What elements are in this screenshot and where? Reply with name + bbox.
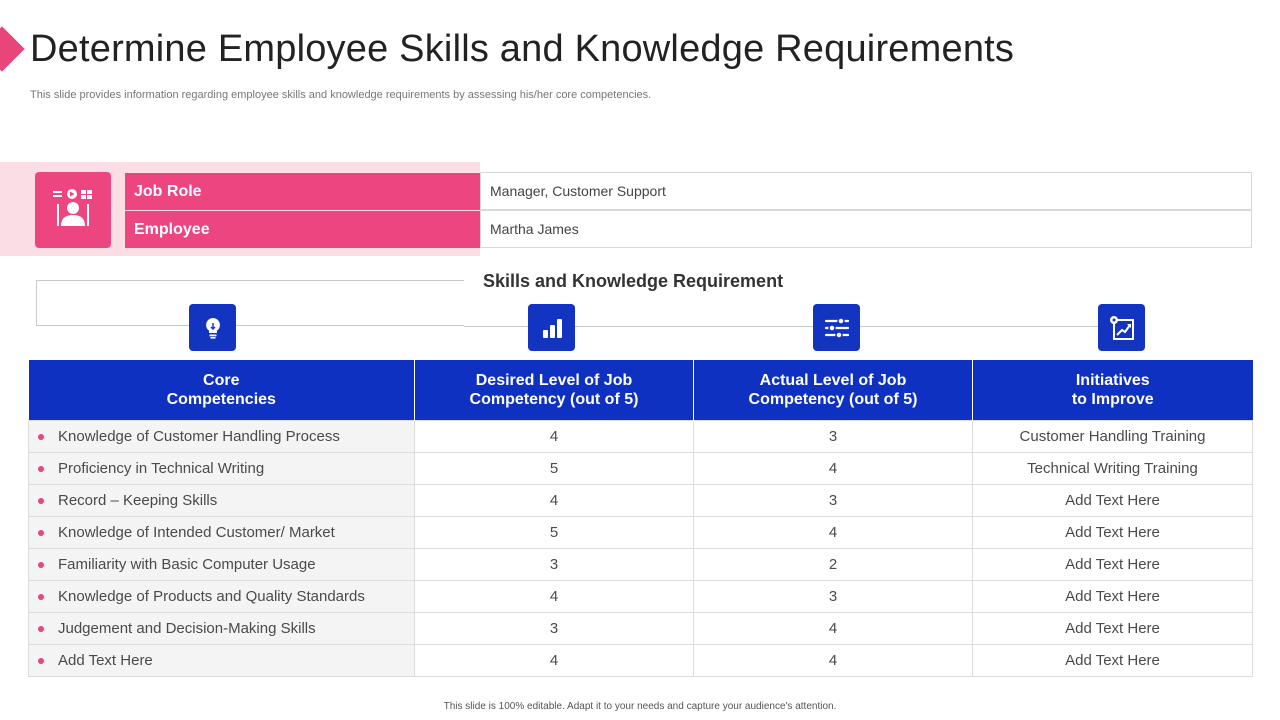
table-row: Knowledge of Products and Quality Standa… (28, 580, 1253, 613)
initiative-cell: Add Text Here (972, 516, 1253, 549)
actual-cell: 4 (693, 516, 973, 549)
actual-cell: 4 (693, 452, 973, 485)
title-accent-arrow (0, 26, 25, 72)
header-initiatives: Initiatives to Improve (972, 360, 1253, 421)
skills-table: Core Competencies Desired Level of Job C… (28, 360, 1253, 677)
employee-presentation-icon (35, 172, 111, 248)
desired-cell: 4 (414, 420, 694, 453)
lightbulb-icon (189, 304, 236, 351)
desired-cell: 5 (414, 452, 694, 485)
initiative-cell: Add Text Here (972, 548, 1253, 581)
actual-cell: 3 (693, 580, 973, 613)
table-row: Proficiency in Technical Writing 5 4 Tec… (28, 452, 1253, 485)
slide-subtitle: This slide provides information regardin… (30, 89, 652, 101)
table-row: Add Text Here 4 4 Add Text Here (28, 644, 1253, 677)
employee-label: Employee (125, 211, 480, 248)
initiative-cell: Add Text Here (972, 580, 1253, 613)
table-header-row: Core Competencies Desired Level of Job C… (28, 360, 1253, 421)
desired-cell: 4 (414, 484, 694, 517)
table-row: Knowledge of Customer Handling Process 4… (28, 420, 1253, 453)
competency-cell: Record – Keeping Skills (28, 484, 415, 517)
desired-cell: 4 (414, 580, 694, 613)
footer-note: This slide is 100% editable. Adapt it to… (443, 701, 837, 712)
table-row: Judgement and Decision-Making Skills 3 4… (28, 612, 1253, 645)
job-role-label: Job Role (125, 173, 480, 210)
slide-title: Determine Employee Skills and Knowledge … (30, 28, 1015, 70)
competency-cell: Knowledge of Products and Quality Standa… (28, 580, 415, 613)
section-frame (36, 280, 464, 326)
bar-chart-icon (528, 304, 575, 351)
desired-cell: 3 (414, 612, 694, 645)
competency-cell: Familiarity with Basic Computer Usage (28, 548, 415, 581)
initiative-cell: Add Text Here (972, 612, 1253, 645)
header-desired-level: Desired Level of Job Competency (out of … (414, 360, 694, 421)
competency-cell: Judgement and Decision-Making Skills (28, 612, 415, 645)
growth-chart-icon (1098, 304, 1145, 351)
table-row: Record – Keeping Skills 4 3 Add Text Her… (28, 484, 1253, 517)
header-core-competencies: Core Competencies (28, 360, 415, 421)
desired-cell: 5 (414, 516, 694, 549)
competency-cell: Knowledge of Intended Customer/ Market (28, 516, 415, 549)
initiative-cell: Customer Handling Training (972, 420, 1253, 453)
employee-value: Martha James (480, 210, 1252, 248)
job-role-value: Manager, Customer Support (480, 172, 1252, 210)
actual-cell: 4 (693, 612, 973, 645)
initiative-cell: Add Text Here (972, 484, 1253, 517)
desired-cell: 4 (414, 644, 694, 677)
competency-cell: Add Text Here (28, 644, 415, 677)
table-row: Knowledge of Intended Customer/ Market 5… (28, 516, 1253, 549)
initiative-cell: Technical Writing Training (972, 452, 1253, 485)
header-actual-level: Actual Level of Job Competency (out of 5… (693, 360, 973, 421)
sliders-icon (813, 304, 860, 351)
section-title: Skills and Knowledge Requirement (483, 271, 784, 291)
table-row: Familiarity with Basic Computer Usage 3 … (28, 548, 1253, 581)
actual-cell: 2 (693, 548, 973, 581)
initiative-cell: Add Text Here (972, 644, 1253, 677)
actual-cell: 3 (693, 484, 973, 517)
desired-cell: 3 (414, 548, 694, 581)
competency-cell: Knowledge of Customer Handling Process (28, 420, 415, 453)
competency-cell: Proficiency in Technical Writing (28, 452, 415, 485)
actual-cell: 4 (693, 644, 973, 677)
actual-cell: 3 (693, 420, 973, 453)
